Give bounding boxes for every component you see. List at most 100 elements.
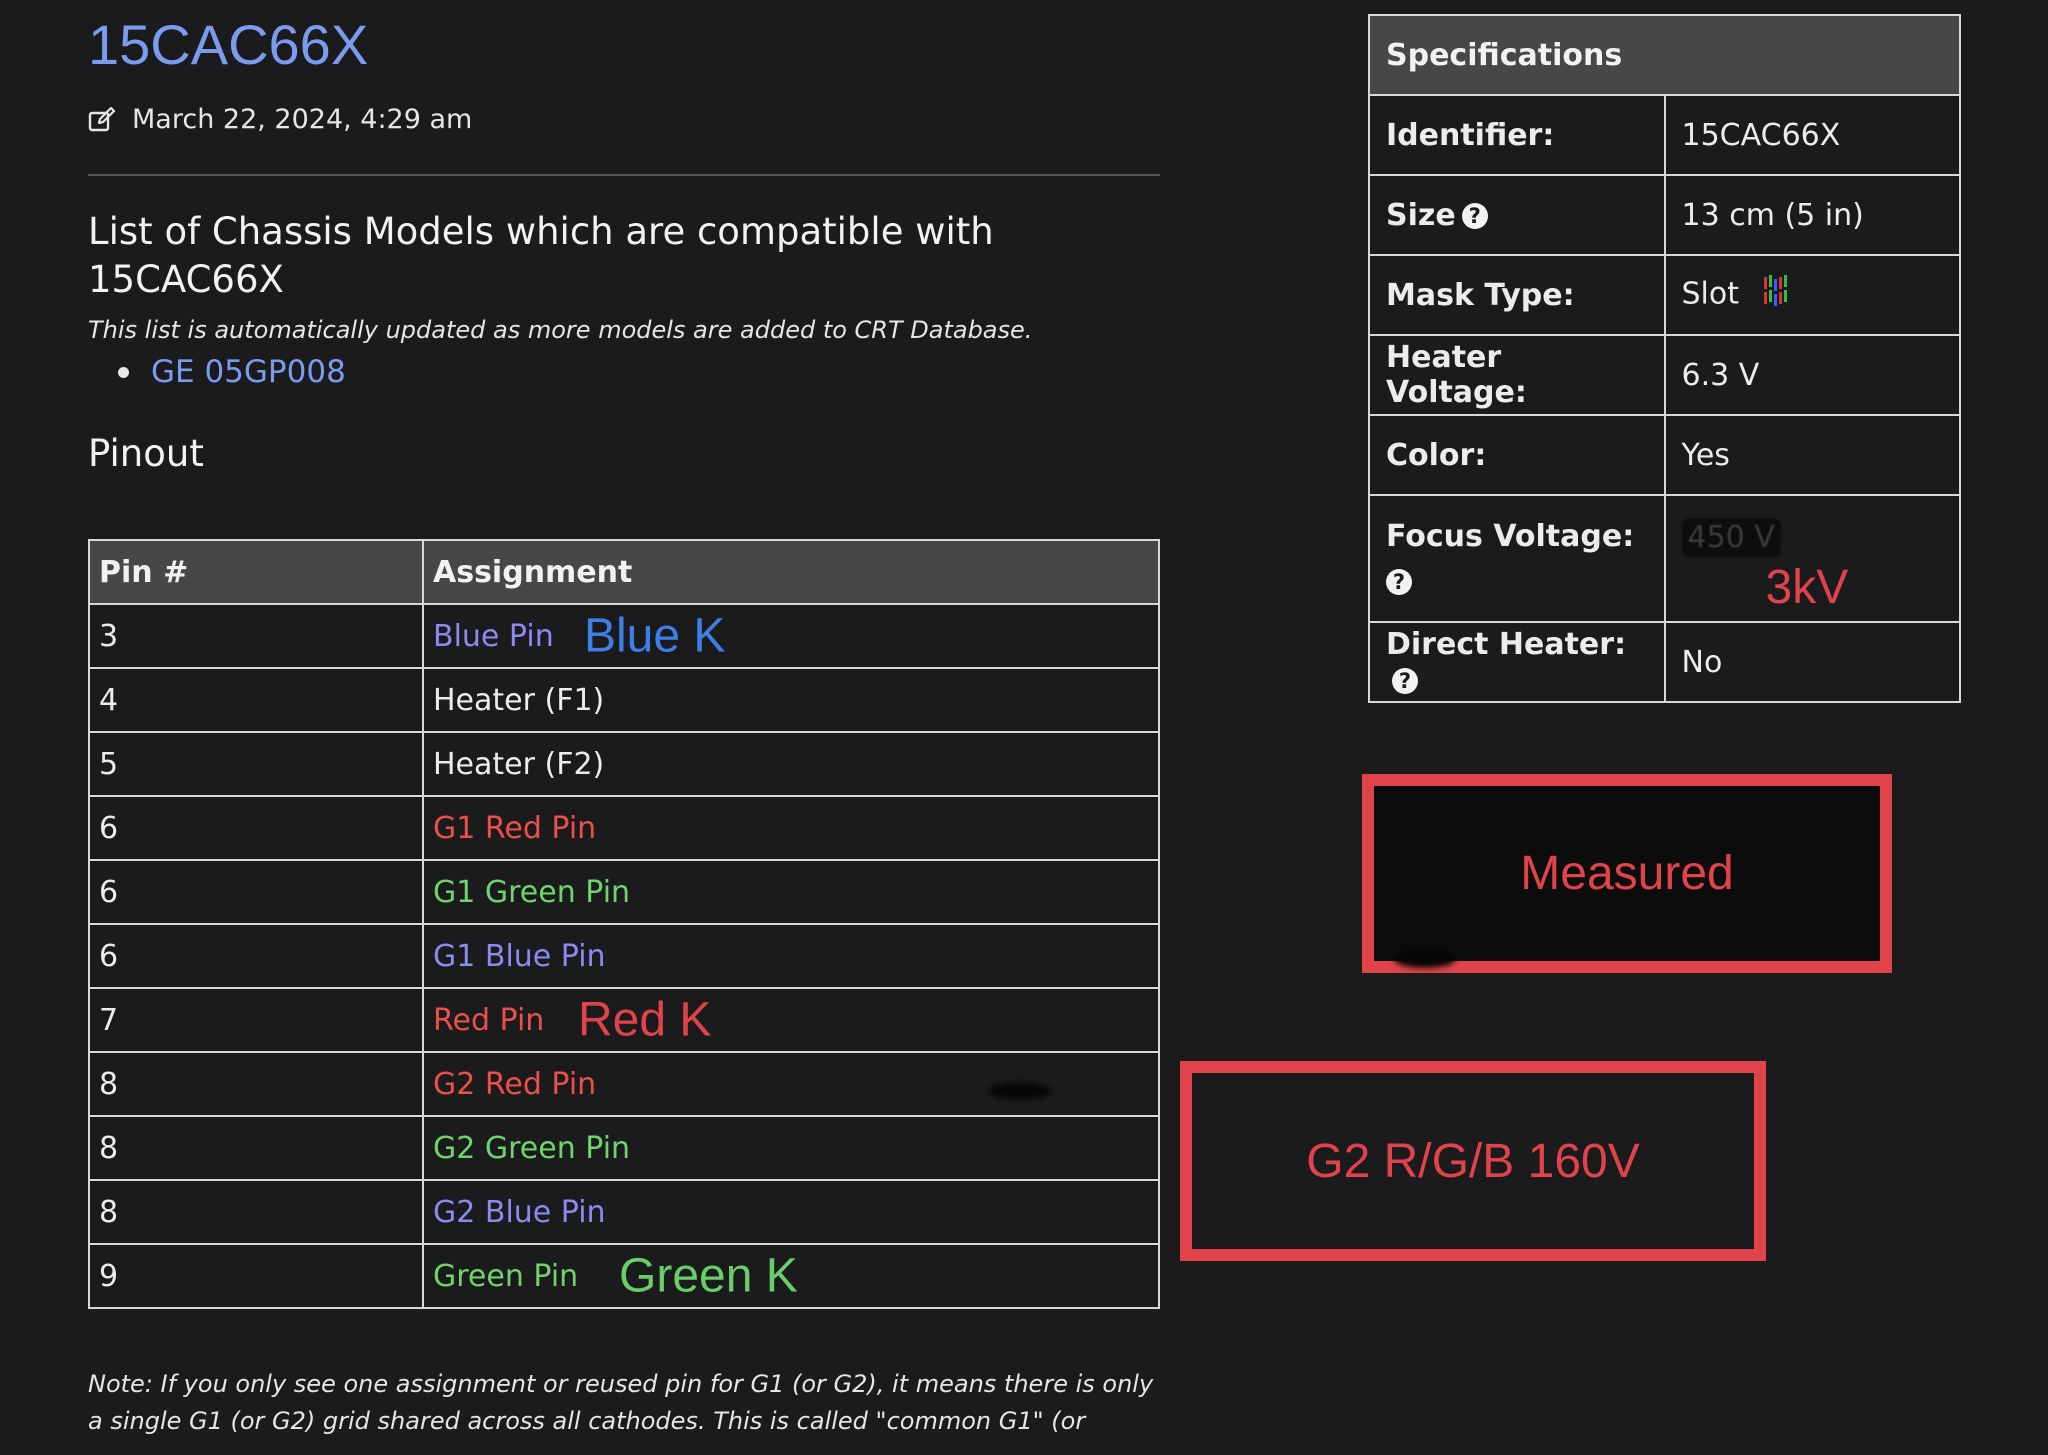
- column-header-pin: Pin #: [88, 539, 424, 605]
- pin-assignment-cell: G2 Red Pin: [422, 1051, 1160, 1117]
- table-row: 9 Green Pin Green K: [88, 1243, 1160, 1309]
- pinout-heading: Pinout: [88, 432, 204, 475]
- annotation-text: Measured: [1520, 847, 1734, 900]
- table-row: 6 G1 Red Pin: [88, 795, 1160, 861]
- pin-number: 3: [88, 603, 424, 669]
- spec-row-size: Size? 13 cm (5 in): [1368, 174, 1961, 256]
- spec-value: 13 cm (5 in): [1663, 174, 1961, 256]
- smudge-mark: [1394, 950, 1456, 968]
- spec-value: 15CAC66X: [1663, 94, 1961, 176]
- column-header-assignment: Assignment: [422, 539, 1160, 605]
- spec-label-cell: Direct Heater:?: [1368, 621, 1666, 703]
- pin-assignment-cell: G2 Blue Pin: [422, 1179, 1160, 1245]
- spec-value: 6.3 V: [1663, 334, 1961, 416]
- spec-label-cell: Size?: [1368, 174, 1666, 256]
- help-icon[interactable]: ?: [1386, 569, 1412, 595]
- table-header-row: Pin # Assignment: [88, 539, 1160, 605]
- spec-row-focus-voltage: Focus Voltage: ? 450 V 3kV: [1368, 494, 1961, 623]
- table-row: 6 G1 Blue Pin: [88, 923, 1160, 989]
- spec-row-color: Color: Yes: [1368, 414, 1961, 496]
- spec-label: Direct Heater:: [1386, 627, 1627, 662]
- pin-assignment: Green Pin: [433, 1258, 579, 1294]
- post-meta: March 22, 2024, 4:29 am: [88, 104, 472, 135]
- spec-row-direct-heater: Direct Heater:? No: [1368, 621, 1961, 703]
- table-row: 5 Heater (F2): [88, 731, 1160, 797]
- page-title-link[interactable]: 15CAC66X: [88, 14, 368, 76]
- spec-label: Heater Voltage:: [1368, 334, 1666, 416]
- spec-label: Mask Type:: [1368, 254, 1666, 336]
- pin-assignment: G1 Blue Pin: [433, 938, 606, 974]
- pin-assignment: Red Pin: [433, 1002, 545, 1038]
- post-timestamp: March 22, 2024, 4:29 am: [132, 104, 473, 135]
- chassis-model-link[interactable]: GE 05GP008: [151, 354, 346, 390]
- handwritten-annotation: Red K: [578, 993, 712, 1047]
- pin-number: 8: [88, 1051, 424, 1117]
- spec-label-cell: Focus Voltage: ?: [1368, 494, 1666, 623]
- table-row: 6 G1 Green Pin: [88, 859, 1160, 925]
- pin-assignment-cell: Heater (F2): [422, 731, 1160, 797]
- pinout-table: Pin # Assignment 3 Blue Pin Blue K 4 Hea…: [88, 539, 1160, 1309]
- spec-row-mask-type: Mask Type: Slot: [1368, 254, 1961, 336]
- specifications-table: Specifications Identifier: 15CAC66X Size…: [1368, 14, 1961, 703]
- page: 15CAC66X March 22, 2024, 4:29 am List of…: [0, 0, 2048, 1455]
- help-icon[interactable]: ?: [1461, 203, 1488, 229]
- pin-assignment-cell: G1 Blue Pin: [422, 923, 1160, 989]
- help-wrapper: ?: [1386, 564, 1648, 599]
- handwritten-annotation: Green K: [619, 1249, 798, 1303]
- g2-annotation-box: G2 R/G/B 160V: [1180, 1061, 1766, 1261]
- smudge-mark: [989, 1083, 1051, 1099]
- spec-label: Focus Voltage:: [1386, 518, 1635, 554]
- table-row: 4 Heater (F1): [88, 667, 1160, 733]
- spec-label: Size: [1386, 197, 1456, 233]
- compatibility-heading: List of Chassis Models which are compati…: [88, 210, 994, 301]
- divider: [88, 174, 1160, 176]
- pin-number: 8: [88, 1115, 424, 1181]
- table-row: 8 G2 Red Pin: [88, 1051, 1160, 1117]
- pin-assignment-cell: G2 Green Pin: [422, 1115, 1160, 1181]
- table-row: 7 Red Pin Red K: [88, 987, 1160, 1053]
- spec-value: Slot: [1681, 276, 1740, 312]
- edit-icon: [88, 106, 116, 133]
- pin-number: 7: [88, 987, 424, 1053]
- pin-number: 4: [88, 667, 424, 733]
- pin-number: 9: [88, 1243, 424, 1309]
- spec-value: Yes: [1663, 414, 1961, 496]
- measured-annotation-box: Measured: [1362, 774, 1892, 973]
- pin-assignment: G1 Green Pin: [433, 874, 631, 910]
- handwritten-annotation: 3kV: [1765, 561, 1849, 614]
- help-icon[interactable]: ?: [1392, 667, 1418, 694]
- slot-mask-icon: [1763, 275, 1789, 315]
- compatibility-note: This list is automatically updated as mo…: [88, 316, 1033, 344]
- pin-number: 8: [88, 1179, 424, 1245]
- pin-number: 6: [88, 795, 424, 861]
- pin-assignment: Blue Pin: [433, 618, 554, 654]
- bullet-icon: [118, 366, 129, 378]
- pin-assignment: G1 Red Pin: [433, 810, 597, 846]
- spec-row-heater-voltage: Heater Voltage: 6.3 V: [1368, 334, 1961, 416]
- annotation-text: G2 R/G/B 160V: [1306, 1134, 1640, 1188]
- pin-assignment: Heater (F1): [433, 682, 605, 718]
- spec-value-cell: 450 V 3kV: [1663, 494, 1961, 623]
- pin-assignment: G2 Red Pin: [433, 1066, 597, 1102]
- spec-header-row: Specifications: [1368, 14, 1961, 96]
- spec-value: No: [1663, 621, 1961, 703]
- table-row: 8 G2 Blue Pin: [88, 1179, 1160, 1245]
- handwritten-annotation: Blue K: [584, 609, 726, 663]
- pin-number: 6: [88, 923, 424, 989]
- pinout-footnote: Note: If you only see one assignment or …: [88, 1370, 1154, 1435]
- table-row: 3 Blue Pin Blue K: [88, 603, 1160, 669]
- pin-assignment: Heater (F2): [433, 746, 605, 782]
- pin-assignment-cell: G1 Red Pin: [422, 795, 1160, 861]
- pin-assignment-cell: Blue Pin Blue K: [422, 603, 1160, 669]
- pin-assignment-cell: Heater (F1): [422, 667, 1160, 733]
- pin-assignment-cell: Red Pin Red K: [422, 987, 1160, 1053]
- pin-number: 6: [88, 859, 424, 925]
- pin-assignment: G2 Green Pin: [433, 1130, 631, 1166]
- pin-number: 5: [88, 731, 424, 797]
- spec-value-cell: Slot: [1663, 254, 1961, 336]
- spec-label: Identifier:: [1368, 94, 1666, 176]
- pin-assignment: G2 Blue Pin: [433, 1194, 606, 1230]
- pin-assignment-cell: Green Pin Green K: [422, 1243, 1160, 1309]
- obscured-spec-value: 450 V: [1681, 518, 1781, 557]
- specifications-heading: Specifications: [1368, 14, 1961, 96]
